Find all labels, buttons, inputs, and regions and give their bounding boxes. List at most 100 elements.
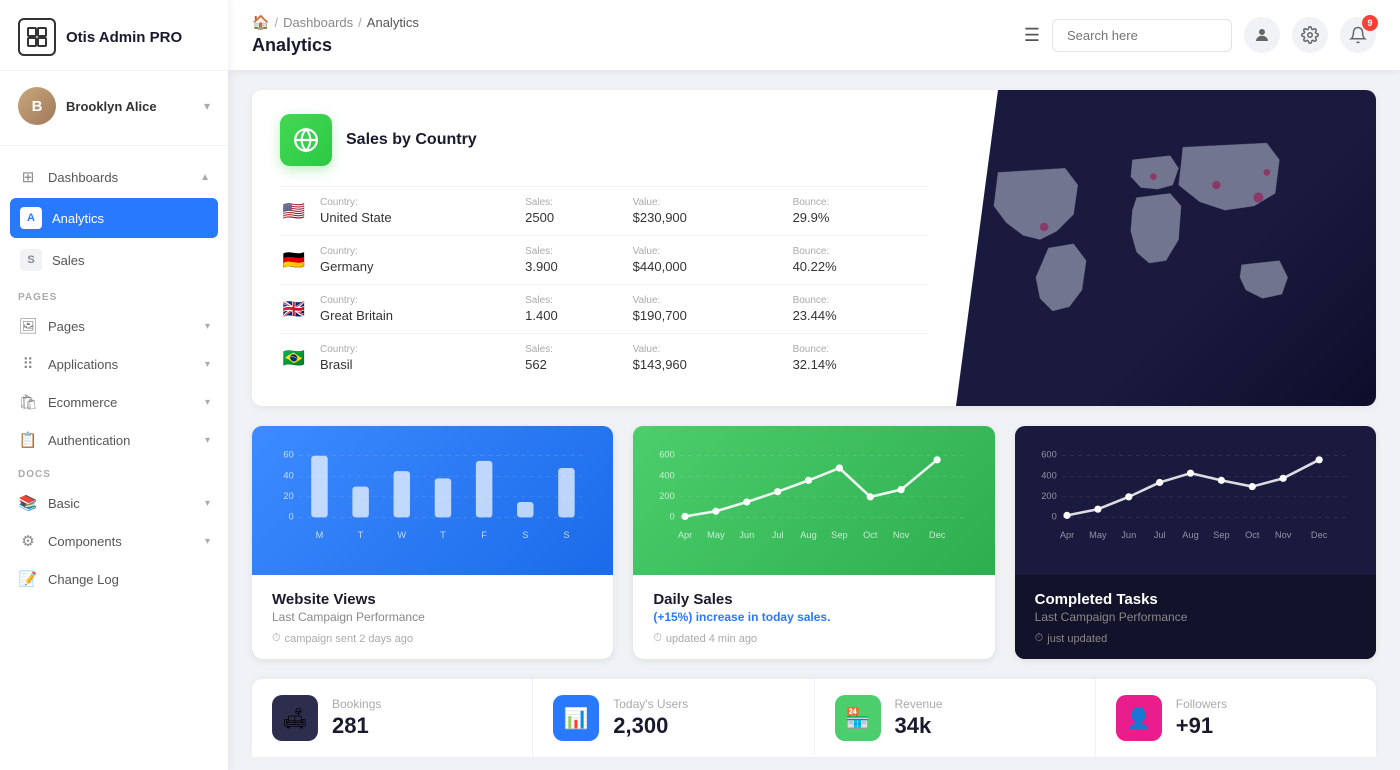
svg-text:Dec: Dec: [929, 530, 946, 540]
search-input[interactable]: [1052, 19, 1232, 52]
sales-table-section: Sales by Country 🇺🇸 Country: United Stat…: [252, 90, 956, 406]
daily-sales-subtitle: (+15%) increase in today sales.: [653, 610, 974, 624]
svg-text:May: May: [1089, 530, 1107, 540]
bounce-label: Bounce:: [793, 246, 916, 257]
sidebar-item-changelog[interactable]: 📝 Change Log: [0, 560, 228, 598]
svg-text:600: 600: [660, 450, 675, 460]
page-title: Analytics: [252, 35, 1004, 56]
country-label: Country:: [320, 295, 513, 306]
value-label: Value:: [633, 246, 781, 257]
bounce-label: Bounce:: [793, 197, 916, 208]
sales-value: 562: [525, 357, 547, 372]
sidebar-item-applications[interactable]: ⠿ Applications ▾: [0, 345, 228, 383]
svg-text:200: 200: [1041, 491, 1056, 501]
daily-sales-footer: ⏱ updated 4 min ago: [653, 632, 974, 645]
flag-cell: 🇩🇪: [280, 250, 308, 270]
svg-text:600: 600: [1041, 450, 1056, 460]
chevron-icon: ▾: [205, 498, 210, 509]
svg-text:Sep: Sep: [1213, 530, 1229, 540]
notifications-icon[interactable]: 9: [1340, 17, 1376, 53]
svg-text:200: 200: [660, 491, 675, 501]
svg-text:F: F: [481, 530, 487, 540]
sales-by-country-title: Sales by Country: [346, 131, 477, 149]
completed-tasks-subtitle: Last Campaign Performance: [1035, 610, 1356, 624]
stat-icon: 📊: [553, 695, 599, 741]
country-flag: 🇩🇪: [280, 250, 308, 270]
stat-text: Bookings 281: [332, 697, 381, 739]
chevron-up-icon: ▲: [200, 172, 210, 183]
sidebar-item-sales[interactable]: S Sales: [10, 240, 218, 280]
sidebar-item-ecommerce[interactable]: 🛍 Ecommerce ▾: [0, 383, 228, 421]
stat-text: Today's Users 2,300: [613, 697, 688, 739]
stat-item: 👤 Followers +91: [1096, 679, 1376, 757]
world-map: [956, 90, 1376, 406]
value-amount: $190,700: [633, 308, 687, 323]
country-info: Country: United State: [320, 187, 525, 236]
card-header: Sales by Country: [280, 114, 928, 166]
sales-info: Sales: 562: [525, 334, 633, 383]
svg-text:T: T: [358, 530, 364, 540]
breadcrumb-current: Analytics: [367, 15, 419, 30]
stat-value: 2,300: [613, 713, 688, 739]
svg-text:20: 20: [283, 491, 293, 501]
country-flag: 🇺🇸: [280, 201, 308, 221]
svg-text:40: 40: [283, 470, 293, 480]
menu-icon[interactable]: ☰: [1024, 25, 1040, 46]
website-views-card: 60 40 20 0 M T: [252, 426, 613, 659]
value-info: Value: $143,960: [633, 334, 793, 383]
sidebar-item-pages[interactable]: 🖼 Pages ▾: [0, 307, 228, 345]
ecommerce-icon: 🛍: [18, 393, 38, 411]
country-info: Country: Great Britain: [320, 285, 525, 334]
svg-text:60: 60: [283, 450, 293, 460]
stat-text: Followers +91: [1176, 697, 1227, 739]
website-views-subtitle: Last Campaign Performance: [272, 610, 593, 624]
svg-text:Jun: Jun: [740, 530, 755, 540]
flag-cell: 🇧🇷: [280, 348, 308, 368]
svg-text:Apr: Apr: [678, 530, 692, 540]
svg-text:Jul: Jul: [1153, 530, 1165, 540]
sidebar-item-basic[interactable]: 📚 Basic ▾: [0, 484, 228, 522]
svg-text:0: 0: [289, 511, 294, 521]
stat-value: 34k: [895, 713, 943, 739]
chevron-icon: ▾: [205, 359, 210, 370]
bounce-rate: 40.22%: [793, 259, 837, 274]
notification-badge: 9: [1362, 15, 1378, 31]
table-row: 🇩🇪 Country: Germany Sales: 3.900 Value: …: [280, 236, 928, 285]
sidebar-item-dashboards[interactable]: ⊞ Dashboards ▲: [0, 158, 228, 196]
user-menu[interactable]: B Brooklyn Alice ▾: [0, 71, 228, 141]
stat-icon: 👤: [1116, 695, 1162, 741]
user-profile-icon[interactable]: [1244, 17, 1280, 53]
daily-sales-title: Daily Sales: [653, 591, 974, 608]
country-label: Country:: [320, 197, 513, 208]
country-name: Germany: [320, 259, 373, 274]
country-name: Great Britain: [320, 308, 393, 323]
completed-tasks-chart: 600 400 200 0 Apr: [1015, 426, 1376, 575]
chevron-icon: ▾: [205, 435, 210, 446]
sales-value: 2500: [525, 210, 554, 225]
chevron-down-icon: ▾: [204, 99, 210, 113]
user-name: Brooklyn Alice: [66, 99, 194, 114]
sales-value: 3.900: [525, 259, 558, 274]
value-label: Value:: [633, 295, 781, 306]
sidebar-item-basic-label: Basic: [48, 496, 195, 511]
charts-row: 60 40 20 0 M T: [252, 426, 1376, 659]
sidebar-item-authentication[interactable]: 📋 Authentication ▾: [0, 421, 228, 459]
table-row: 🇬🇧 Country: Great Britain Sales: 1.400 V…: [280, 285, 928, 334]
content-area: Sales by Country 🇺🇸 Country: United Stat…: [228, 70, 1400, 770]
world-map-section: [956, 90, 1376, 406]
home-icon: 🏠: [252, 14, 269, 31]
docs-section-label: DOCS: [0, 459, 228, 484]
table-row: 🇺🇸 Country: United State Sales: 2500 Val…: [280, 187, 928, 236]
sidebar-item-components[interactable]: ⚙ Components ▾: [0, 522, 228, 560]
breadcrumb-dashboards[interactable]: Dashboards: [283, 15, 353, 30]
completed-tasks-footer-text: just updated: [1047, 633, 1107, 645]
chevron-icon: ▾: [205, 321, 210, 332]
svg-text:400: 400: [660, 470, 675, 480]
sidebar-item-analytics[interactable]: A Analytics: [10, 198, 218, 238]
bar-chart: 60 40 20 0 M T: [268, 442, 597, 562]
settings-icon[interactable]: [1292, 17, 1328, 53]
bounce-info: Bounce: 23.44%: [793, 285, 928, 334]
svg-text:0: 0: [670, 511, 675, 521]
bounce-rate: 23.44%: [793, 308, 837, 323]
stat-value: +91: [1176, 713, 1227, 739]
